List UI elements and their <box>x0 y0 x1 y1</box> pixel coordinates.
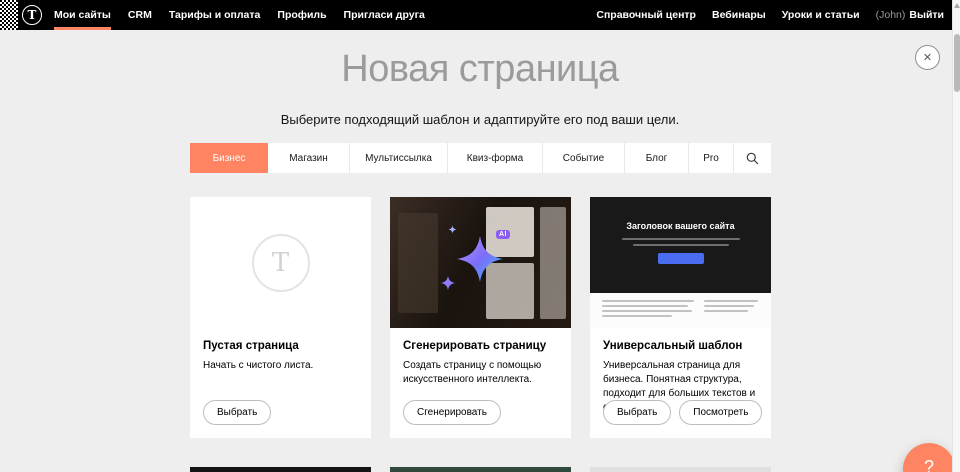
tilda-logo-letter: T <box>28 8 37 22</box>
ai-sparkle-tiny-icon <box>448 225 457 234</box>
preview-cta-button <box>658 253 704 264</box>
template-cards-next-row <box>190 467 771 472</box>
tab-quiz-form[interactable]: Квиз-форма <box>448 143 543 173</box>
universal-template-preview: Заголовок вашего сайта <box>590 197 771 328</box>
card-actions: Сгенерировать <box>403 400 501 425</box>
user-session: (John) Выйти <box>876 0 944 30</box>
tab-pro[interactable]: Pro <box>689 143 734 173</box>
card-description: Создать страницу с помощью искусственног… <box>403 359 558 387</box>
logout-link[interactable]: Выйти <box>909 9 944 21</box>
preview-panel-placeholder <box>398 213 438 313</box>
nav-webinars[interactable]: Вебинары <box>712 0 766 30</box>
nav-my-sites[interactable]: Мои сайты <box>54 0 111 30</box>
text-placeholder-line <box>602 315 672 317</box>
card-title: Универсальный шаблон <box>603 340 758 352</box>
ai-template-preview: AI <box>390 197 571 328</box>
template-card-partial[interactable] <box>590 467 771 472</box>
card-body: Сгенерировать страницу Создать страницу … <box>390 328 571 387</box>
template-card-blank-page: T Пустая страница Начать с чистого листа… <box>190 197 371 438</box>
tilda-watermark-icon: T <box>252 234 310 292</box>
text-placeholder-line <box>704 300 758 302</box>
topbar: T Мои сайты CRM Тарифы и оплата Профиль … <box>0 0 960 30</box>
preview-text-section <box>590 293 771 328</box>
nav-tariffs[interactable]: Тарифы и оплата <box>169 0 261 30</box>
ai-badge: AI <box>496 230 510 239</box>
template-card-universal: Заголовок вашего сайта <box>590 197 771 438</box>
tab-multilink[interactable]: Мультиссылка <box>350 143 448 173</box>
search-icon <box>746 152 759 165</box>
ai-sparkle-small-icon <box>440 275 456 291</box>
tab-business[interactable]: Бизнес <box>190 143 268 173</box>
preview-photo-placeholder <box>590 263 771 293</box>
text-placeholder-column <box>704 300 758 315</box>
text-placeholder-line <box>602 300 694 302</box>
nav-crm[interactable]: CRM <box>128 0 152 30</box>
text-placeholder-column <box>602 300 694 320</box>
nav-profile[interactable]: Профиль <box>277 0 326 30</box>
template-card-partial[interactable] <box>190 467 371 472</box>
choose-universal-button[interactable]: Выбрать <box>603 400 671 425</box>
tilda-logo[interactable]: T <box>22 5 42 25</box>
text-placeholder-line <box>622 238 740 240</box>
page-subtitle: Выберите подходящий шаблон и адаптируйте… <box>0 112 960 127</box>
page-title: Новая страница <box>0 48 960 91</box>
generate-button[interactable]: Сгенерировать <box>403 400 501 425</box>
tab-event[interactable]: Событие <box>543 143 625 173</box>
pixel-pattern-decoration <box>0 0 18 30</box>
view-universal-button[interactable]: Посмотреть <box>679 400 762 425</box>
watermark-letter: T <box>272 248 289 278</box>
card-actions: Выбрать <box>203 400 271 425</box>
secondary-nav: Справочный центр Вебинары Уроки и статьи… <box>596 0 944 30</box>
scrollbar-track[interactable] <box>952 0 960 472</box>
choose-blank-button[interactable]: Выбрать <box>203 400 271 425</box>
ai-sparkle-icon <box>454 233 506 285</box>
blank-template-preview: T <box>190 197 371 328</box>
template-cards-row: T Пустая страница Начать с чистого листа… <box>190 197 771 438</box>
preview-hero-section: Заголовок вашего сайта <box>590 197 771 293</box>
preview-thumbnail-placeholder <box>540 207 566 319</box>
username: (John) <box>876 9 906 21</box>
text-placeholder-line <box>602 310 692 312</box>
card-title: Сгенерировать страницу <box>403 340 558 352</box>
template-category-tabs: Бизнес Магазин Мультиссылка Квиз-форма С… <box>190 143 771 173</box>
text-placeholder-line <box>704 305 754 307</box>
preview-site-heading: Заголовок вашего сайта <box>590 221 771 231</box>
card-actions: Выбрать Посмотреть <box>603 400 762 425</box>
nav-invite-friend[interactable]: Пригласи друга <box>344 0 425 30</box>
tab-blog[interactable]: Блог <box>625 143 689 173</box>
nav-help-center[interactable]: Справочный центр <box>596 0 696 30</box>
app-window: T Мои сайты CRM Тарифы и оплата Профиль … <box>0 0 960 472</box>
close-icon: ✕ <box>923 51 932 64</box>
card-body: Пустая страница Начать с чистого листа. <box>190 328 371 373</box>
scrollbar-thumb[interactable] <box>954 34 960 92</box>
tab-store[interactable]: Магазин <box>268 143 350 173</box>
close-button[interactable]: ✕ <box>915 45 940 70</box>
template-card-partial[interactable] <box>390 467 571 472</box>
card-title: Пустая страница <box>203 340 358 352</box>
text-placeholder-line <box>704 310 748 312</box>
tab-search[interactable] <box>734 143 771 173</box>
help-floating-button[interactable]: ? <box>903 443 955 472</box>
help-question-mark: ? <box>924 457 934 472</box>
main-nav: Мои сайты CRM Тарифы и оплата Профиль Пр… <box>54 0 425 30</box>
card-description: Начать с чистого листа. <box>203 359 358 373</box>
text-placeholder-line <box>602 305 688 307</box>
template-card-ai-generate: AI Сгенерировать страницу Создать страни… <box>390 197 571 438</box>
text-placeholder-line <box>633 244 729 246</box>
scroll-up-arrow-icon[interactable] <box>954 2 960 8</box>
nav-lessons[interactable]: Уроки и статьи <box>782 0 860 30</box>
